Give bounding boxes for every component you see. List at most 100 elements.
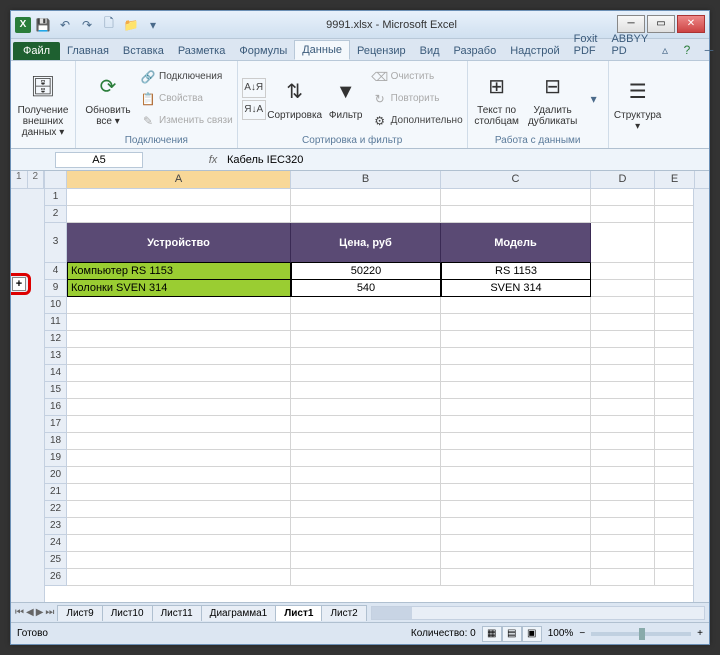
tab-next-icon[interactable]: ▶ <box>36 607 44 618</box>
view-layout-icon[interactable]: ▤ <box>502 626 522 642</box>
get-external-data-button[interactable]: 🗄 Получение внешних данных ▾ <box>15 71 71 138</box>
sheet-tab-active[interactable]: Лист1 <box>275 605 322 621</box>
row-header[interactable]: 19 <box>45 450 67 467</box>
row-header[interactable]: 26 <box>45 569 67 586</box>
view-pagebreak-icon[interactable]: ▣ <box>522 626 542 642</box>
cell-price[interactable]: 540 <box>291 280 441 297</box>
outline-level-1[interactable]: 1 <box>11 171 28 188</box>
tab-prev-icon[interactable]: ◀ <box>26 607 34 618</box>
col-header-E[interactable]: E <box>655 171 695 188</box>
connections-button[interactable]: 🔗Подключения <box>140 67 233 87</box>
refresh-all-button[interactable]: ⟳ Обновить все ▾ <box>80 71 136 127</box>
sheet-tab[interactable]: Лист10 <box>102 605 153 621</box>
row-header[interactable]: 3 <box>45 223 67 263</box>
tab-data[interactable]: Данные <box>294 40 350 60</box>
zoom-in-button[interactable]: + <box>697 628 703 639</box>
row-header[interactable]: 14 <box>45 365 67 382</box>
advanced-filter-button[interactable]: ⚙Дополнительно <box>372 111 463 131</box>
row-header[interactable]: 13 <box>45 348 67 365</box>
outline-expand-button[interactable]: + <box>12 277 26 291</box>
qat-save-icon[interactable]: 💾 <box>33 15 53 35</box>
row-header[interactable]: 18 <box>45 433 67 450</box>
sheet-tab[interactable]: Диаграмма1 <box>201 605 277 621</box>
edit-links-button[interactable]: ✎Изменить связи <box>140 111 233 131</box>
row-header[interactable]: 12 <box>45 331 67 348</box>
col-header-C[interactable]: C <box>441 171 591 188</box>
sheet-tab[interactable]: Лист11 <box>152 605 202 621</box>
qat-undo-icon[interactable]: ↶ <box>55 15 75 35</box>
sheet-tab[interactable]: Лист9 <box>57 605 102 621</box>
tab-review[interactable]: Рецензир <box>350 42 413 60</box>
header-price[interactable]: Цена, руб <box>291 223 441 263</box>
qat-new-icon[interactable]: 🗋 <box>99 15 119 35</box>
row-header[interactable]: 22 <box>45 501 67 518</box>
tab-first-icon[interactable]: ⏮ <box>15 607 24 618</box>
tab-insert[interactable]: Вставка <box>116 42 171 60</box>
vertical-scrollbar[interactable] <box>693 189 709 602</box>
header-model[interactable]: Модель <box>441 223 591 263</box>
row-header[interactable]: 10 <box>45 297 67 314</box>
name-box[interactable]: A5 <box>55 152 143 168</box>
formula-input[interactable]: Кабель IEC320 <box>223 154 709 166</box>
row-header[interactable]: 1 <box>45 189 67 206</box>
row-header[interactable]: 9 <box>45 280 67 297</box>
qat-redo-icon[interactable]: ↷ <box>77 15 97 35</box>
tab-addins[interactable]: Надстрой <box>503 42 566 60</box>
row-header[interactable]: 17 <box>45 416 67 433</box>
cell-device[interactable]: Компьютер RS 1153 <box>67 263 291 280</box>
col-header-B[interactable]: B <box>291 171 441 188</box>
outline-level-2[interactable]: 2 <box>28 171 45 188</box>
tab-view[interactable]: Вид <box>413 42 447 60</box>
tab-home[interactable]: Главная <box>60 42 116 60</box>
row-header[interactable]: 16 <box>45 399 67 416</box>
view-normal-icon[interactable]: ▦ <box>482 626 502 642</box>
outline-button[interactable]: ☰ Структура ▾ <box>613 76 663 132</box>
cell-model[interactable]: RS 1153 <box>441 263 591 280</box>
sort-asc-button[interactable]: А↓Я <box>242 78 266 98</box>
row-header[interactable]: 20 <box>45 467 67 484</box>
row-header[interactable]: 15 <box>45 382 67 399</box>
cell-price[interactable]: 50220 <box>291 263 441 280</box>
filter-button[interactable]: ▼ Фильтр <box>324 76 368 121</box>
sheet-tab[interactable]: Лист2 <box>321 605 366 621</box>
grid-body[interactable]: 1 2 3 Устройство Цена, руб Модель 4 Комп… <box>45 189 709 602</box>
remove-duplicates-button[interactable]: ⊟ Удалить дубликаты <box>526 71 580 127</box>
row-header[interactable]: 24 <box>45 535 67 552</box>
row-header[interactable]: 4 <box>45 263 67 280</box>
row-header[interactable]: 2 <box>45 206 67 223</box>
properties-button[interactable]: 📋Свойства <box>140 89 233 109</box>
tab-developer[interactable]: Разрабо <box>447 42 504 60</box>
tab-abbyy[interactable]: ABBYY PD <box>604 30 655 60</box>
fx-button[interactable]: fx <box>203 154 223 166</box>
tab-layout[interactable]: Разметка <box>171 42 233 60</box>
col-header-A[interactable]: A <box>67 171 291 188</box>
horizontal-scrollbar[interactable] <box>371 606 705 620</box>
close-button[interactable]: ✕ <box>677 15 705 33</box>
row-header[interactable]: 25 <box>45 552 67 569</box>
sort-button[interactable]: ⇅ Сортировка <box>270 76 320 121</box>
row-header[interactable]: 21 <box>45 484 67 501</box>
zoom-slider[interactable] <box>591 632 691 636</box>
tab-formulas[interactable]: Формулы <box>232 42 294 60</box>
more-tools-icon[interactable]: ▾ <box>584 89 604 109</box>
qat-open-icon[interactable]: 📁 <box>121 15 141 35</box>
col-header-D[interactable]: D <box>591 171 655 188</box>
zoom-out-button[interactable]: − <box>579 628 585 639</box>
qat-more-icon[interactable]: ▾ <box>143 15 163 35</box>
help-icon[interactable]: ? <box>677 40 697 60</box>
ribbon-minimize-icon[interactable]: ▵ <box>655 40 675 60</box>
row-header[interactable]: 11 <box>45 314 67 331</box>
cell-model[interactable]: SVEN 314 <box>441 280 591 297</box>
tab-foxit[interactable]: Foxit PDF <box>567 30 605 60</box>
text-to-columns-button[interactable]: ⊞ Текст по столбцам <box>472 71 522 127</box>
select-all-corner[interactable] <box>45 171 67 188</box>
reapply-button[interactable]: ↻Повторить <box>372 89 463 109</box>
row-header[interactable]: 23 <box>45 518 67 535</box>
clear-filter-button[interactable]: ⌫Очистить <box>372 67 463 87</box>
cell-device[interactable]: Колонки SVEN 314 <box>67 280 291 297</box>
doc-minimize-icon[interactable]: ─ <box>699 40 719 60</box>
sort-desc-button[interactable]: Я↓А <box>242 100 266 120</box>
header-device[interactable]: Устройство <box>67 223 291 263</box>
tab-file[interactable]: Файл <box>13 42 60 60</box>
tab-last-icon[interactable]: ⏭ <box>45 607 54 618</box>
